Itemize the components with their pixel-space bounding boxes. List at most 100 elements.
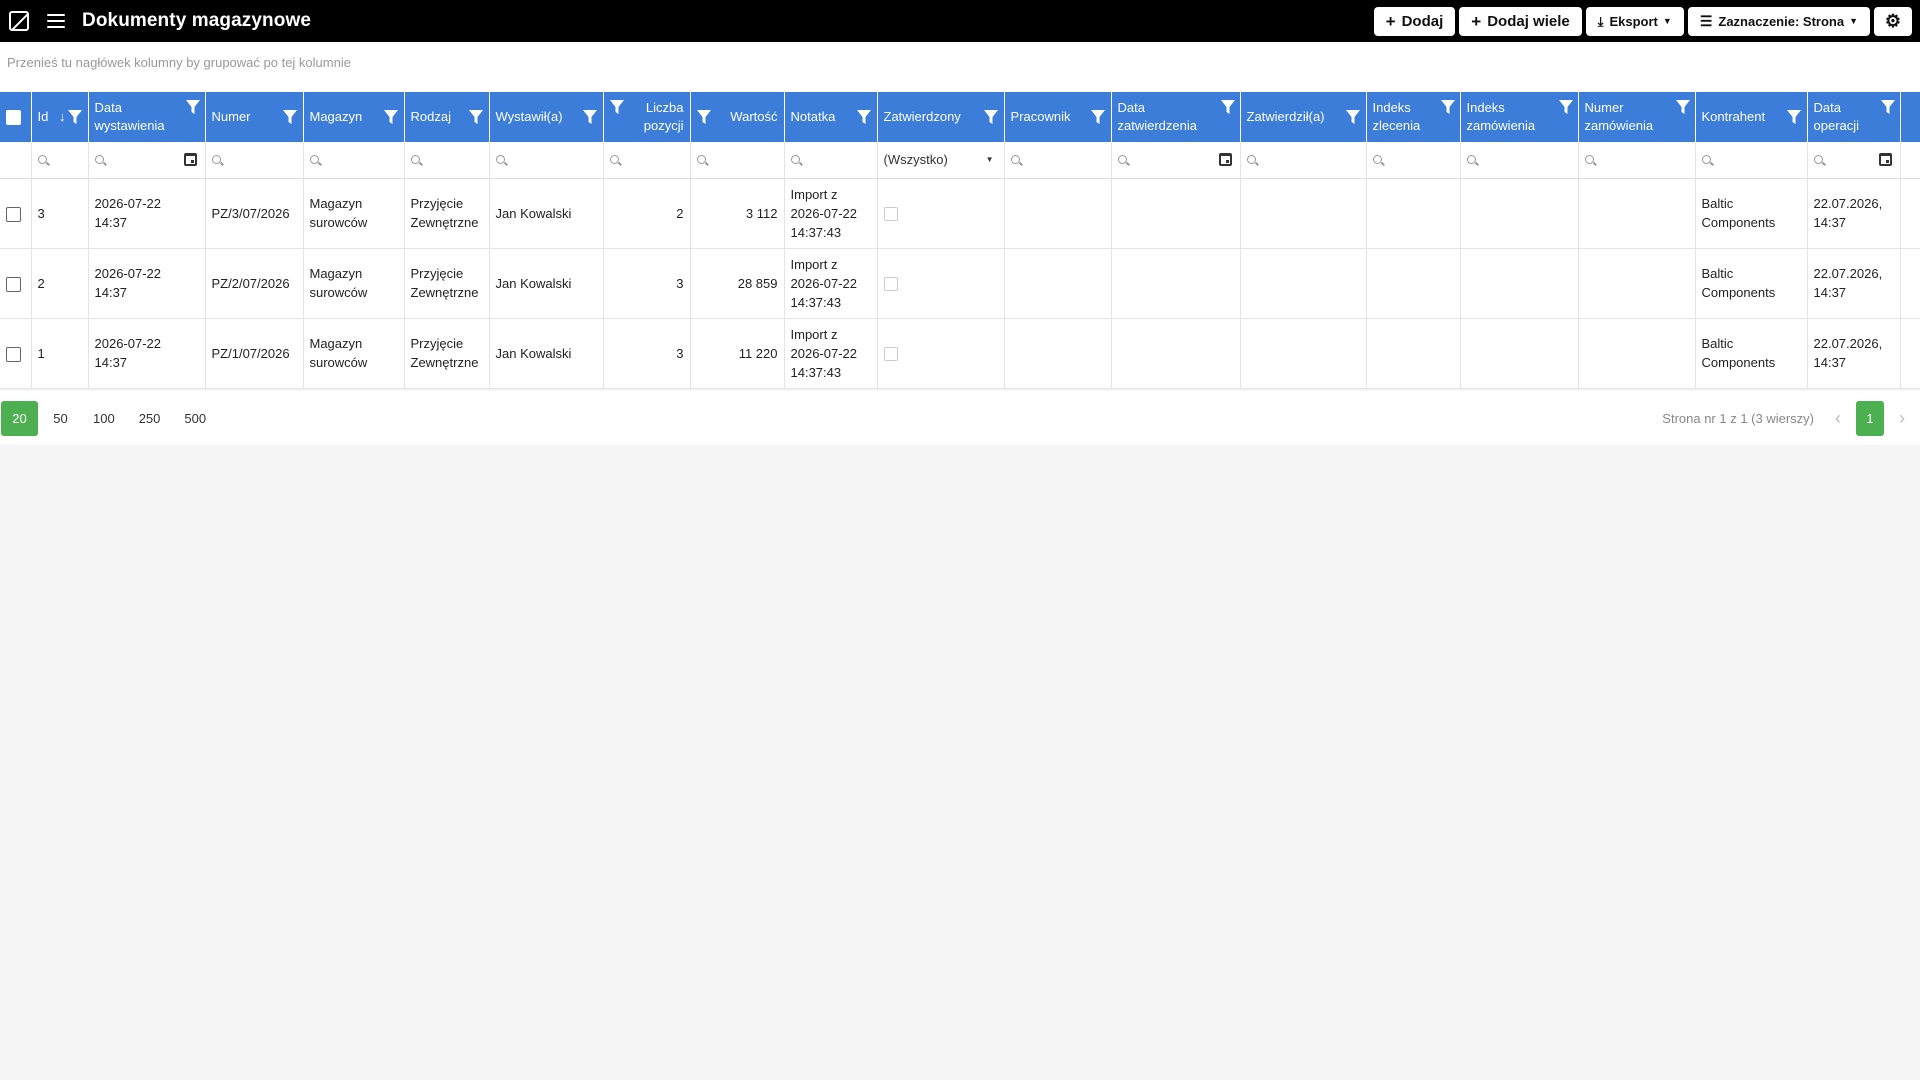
filter-icon[interactable] [282, 110, 297, 124]
cell-text: 14:37 [1813, 285, 1847, 300]
header-rodzaj[interactable]: Rodzaj [404, 92, 490, 142]
filter-id[interactable] [31, 142, 89, 179]
chevron-left-icon[interactable]: ‹ [1828, 408, 1848, 429]
filter-notatka[interactable] [784, 142, 878, 179]
filter-icon[interactable] [1786, 110, 1801, 124]
header-pracownik-label: Pracownik [1010, 109, 1071, 124]
filter-icon[interactable] [983, 110, 998, 124]
filter-icon[interactable] [67, 110, 82, 124]
sort-down-icon[interactable]: ↓ [59, 108, 66, 126]
filter-numer[interactable] [205, 142, 304, 179]
row-checkbox[interactable] [6, 276, 21, 292]
search-icon [495, 154, 508, 167]
logo-icon[interactable] [9, 11, 29, 31]
filter-icon[interactable] [1220, 100, 1235, 114]
filter-icon[interactable] [468, 110, 483, 124]
header-wystawil[interactable]: Wystawił(a) [489, 92, 604, 142]
filter-zatwierdzil[interactable] [1240, 142, 1367, 179]
filter-icon[interactable] [185, 100, 200, 114]
header-data-wystawienia[interactable]: Data wystawienia [88, 92, 206, 142]
add-many-button[interactable]: + Dodaj wiele [1459, 6, 1582, 36]
search-icon [1010, 154, 1023, 167]
filter-icon[interactable] [1675, 100, 1690, 114]
cell-text: Baltic [1701, 196, 1734, 211]
header-wartosc[interactable]: Wartość [690, 92, 785, 142]
row-checkbox[interactable] [6, 346, 21, 362]
header-indeks-zamowienia[interactable]: Indeks zamówienia [1460, 92, 1579, 142]
page-size-250[interactable]: 250 [129, 401, 171, 436]
header-data-operacji[interactable]: Data operacji [1807, 92, 1901, 142]
filter-icon[interactable] [1090, 110, 1105, 124]
page-size-20[interactable]: 20 [1, 400, 38, 436]
table-row[interactable]: 2 2026-07-22 14:37 PZ/2/07/2026 Magazyn su… [0, 248, 1920, 319]
row-checkbox[interactable] [6, 206, 21, 222]
filter-data-zatwierdzenia[interactable] [1111, 142, 1241, 179]
header-pracownik[interactable]: Pracownik [1004, 92, 1112, 142]
header-zatwierdzony[interactable]: Zatwierdzony [877, 92, 1005, 142]
table-row[interactable]: 3 2026-07-22 14:37 PZ/3/07/2026 Magazyn su… [0, 178, 1920, 249]
cell-rodzaj: Przyjęcie Zewnętrzne [404, 248, 490, 319]
header-numer-zamowienia[interactable]: Numer zamówienia [1578, 92, 1696, 142]
settings-button[interactable]: ⚙ [1874, 6, 1912, 36]
filter-icon[interactable] [856, 110, 871, 124]
filter-icon[interactable] [1558, 100, 1573, 114]
filter-pracownik[interactable] [1004, 142, 1112, 179]
filter-icon[interactable] [696, 110, 711, 124]
header-numer-label: Numer [211, 109, 251, 124]
calendar-icon[interactable] [1218, 153, 1232, 166]
header-liczba-pozycji[interactable]: Liczba pozycji [603, 92, 691, 142]
header-id[interactable]: Id ↓ [31, 92, 89, 142]
header-zatwierdzil[interactable]: Zatwierdził(a) [1240, 92, 1367, 142]
filter-icon[interactable] [1345, 110, 1360, 124]
page-size-500[interactable]: 500 [174, 401, 216, 436]
calendar-icon[interactable] [183, 153, 197, 166]
filter-icon[interactable] [1440, 100, 1455, 114]
calendar-icon[interactable] [1878, 153, 1892, 166]
cell-spacer [1900, 178, 1920, 249]
header-notatka[interactable]: Notatka [784, 92, 878, 142]
page-number-current[interactable]: 1 [1856, 400, 1884, 436]
filter-icon[interactable] [383, 110, 398, 124]
header-numer-zam-label-2: zamówienia [1584, 118, 1654, 133]
row-select[interactable] [0, 248, 32, 319]
header-select-all[interactable] [0, 92, 32, 142]
filter-magazyn[interactable] [303, 142, 405, 179]
add-button[interactable]: + Dodaj [1373, 6, 1456, 36]
cell-text: surowców [309, 355, 368, 370]
header-data-zatwierdzenia[interactable]: Data zatwierdzenia [1111, 92, 1241, 142]
chevron-right-icon[interactable]: › [1892, 408, 1912, 429]
header-numer[interactable]: Numer [205, 92, 304, 142]
zatwierdzony-select[interactable]: (Wszystko) ▼ [884, 142, 998, 178]
filter-zatwierdzony[interactable]: (Wszystko) ▼ [877, 142, 1005, 179]
filter-wartosc[interactable] [690, 142, 785, 179]
filter-data-wystawienia[interactable] [88, 142, 206, 179]
header-liczba-label-2: pozycji [643, 118, 684, 133]
page-size-50[interactable]: 50 [42, 401, 79, 436]
filter-icon[interactable] [1880, 100, 1895, 114]
row-select[interactable] [0, 318, 32, 389]
filter-kontrahent[interactable] [1695, 142, 1808, 179]
selection-button[interactable]: ☰ Zaznaczenie: Strona ▼ [1687, 6, 1870, 36]
group-panel[interactable]: Przenieś tu nagłówek kolumny by grupować… [0, 42, 1920, 92]
filter-indeks-zlecenia[interactable] [1366, 142, 1461, 179]
menu-icon[interactable] [47, 14, 65, 28]
filter-icon[interactable] [609, 100, 624, 114]
table-row[interactable]: 1 2026-07-22 14:37 PZ/1/07/2026 Magazyn su… [0, 318, 1920, 389]
filter-wystawil[interactable] [489, 142, 604, 179]
filter-indeks-zamowienia[interactable] [1460, 142, 1579, 179]
filter-data-operacji[interactable] [1807, 142, 1901, 179]
cell-wartosc: 11 220 [690, 318, 785, 389]
add-many-button-label: Dodaj wiele [1487, 12, 1570, 30]
filter-rodzaj[interactable] [404, 142, 490, 179]
select-all-checkbox[interactable] [6, 110, 21, 126]
filter-icon[interactable] [582, 110, 597, 124]
header-kontrahent[interactable]: Kontrahent [1695, 92, 1808, 142]
header-magazyn[interactable]: Magazyn [303, 92, 405, 142]
filter-numer-zamowienia[interactable] [1578, 142, 1696, 179]
header-indeks-zlecenia[interactable]: Indeks zlecenia [1366, 92, 1461, 142]
page-size-100[interactable]: 100 [83, 401, 125, 436]
export-button[interactable]: ⤓ Eksport ▼ [1585, 6, 1684, 36]
filter-liczba[interactable] [603, 142, 691, 179]
chevron-down-icon: ▼ [1849, 16, 1858, 26]
row-select[interactable] [0, 178, 32, 249]
